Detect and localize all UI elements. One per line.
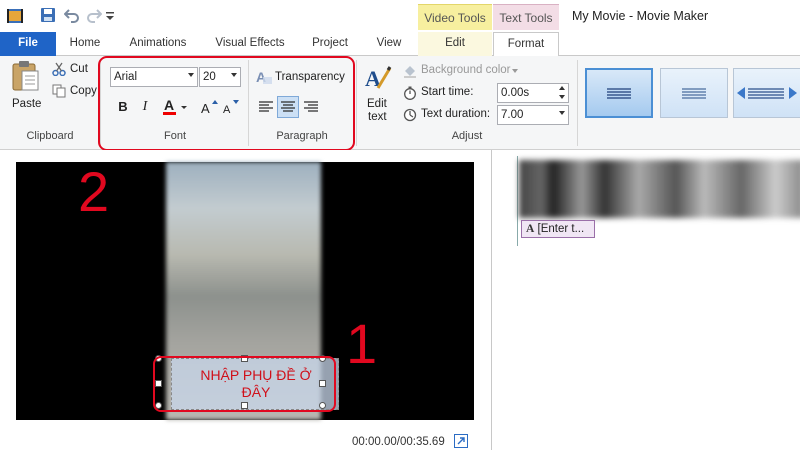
cut-icon — [52, 62, 66, 76]
movie-maker-window: Video Tools Text Tools My Movie - Movie … — [0, 0, 800, 450]
highlight-caption — [153, 356, 336, 412]
text-clip-icon: A — [526, 223, 535, 235]
redo-icon[interactable] — [86, 7, 104, 25]
background-color-button[interactable]: Background color — [421, 64, 511, 76]
start-time-input[interactable]: 0.00s — [497, 83, 569, 103]
text-effect-thumbnail-none[interactable] — [585, 68, 653, 118]
copy-button[interactable]: Copy — [70, 85, 97, 97]
text-effect-thumbnail-fade[interactable] — [660, 68, 728, 118]
start-time-label: Start time: — [421, 86, 474, 98]
text-duration-label: Text duration: — [421, 108, 491, 120]
text-effect-thumbnail-scroll[interactable] — [733, 68, 800, 118]
video-clip-thumbnail[interactable] — [519, 160, 800, 218]
tab-edit[interactable]: Edit — [418, 32, 492, 56]
customize-toolbar-icon[interactable] — [105, 7, 117, 25]
spin-down-icon[interactable] — [559, 95, 565, 99]
group-separator — [577, 60, 578, 146]
start-time-value: 0.00s — [501, 87, 530, 99]
tab-home[interactable]: Home — [60, 32, 110, 56]
spin-up-icon[interactable] — [559, 86, 565, 90]
fullscreen-icon[interactable] — [454, 434, 468, 448]
edit-text-icon: A — [364, 64, 392, 92]
text-duration-icon — [403, 108, 417, 122]
annotation-marker-2: 2 — [78, 160, 110, 223]
text-tools-context-label: Text Tools — [493, 4, 559, 30]
edit-text-button-line2[interactable]: text — [368, 111, 387, 123]
tab-animations[interactable]: Animations — [122, 32, 194, 56]
text-duration-value: 7.00 — [501, 109, 524, 121]
tab-view[interactable]: View — [366, 32, 412, 56]
tab-project[interactable]: Project — [302, 32, 358, 56]
tab-file[interactable]: File — [0, 32, 56, 56]
text-clip-label: [Enter t... — [537, 223, 585, 235]
chevron-down-icon — [559, 111, 565, 115]
adjust-group-label: Adjust — [451, 130, 483, 142]
chevron-down-icon — [512, 69, 518, 73]
background-color-icon — [403, 64, 417, 78]
window-title: My Movie - Movie Maker — [572, 9, 709, 23]
storyboard-pane: A [Enter t... — [493, 150, 800, 450]
cut-button[interactable]: Cut — [70, 63, 88, 75]
copy-icon — [52, 84, 66, 98]
annotation-marker-1: 1 — [346, 312, 378, 375]
paste-icon[interactable] — [10, 60, 42, 92]
edit-text-button[interactable]: Edit — [367, 98, 387, 110]
text-duration-dropdown[interactable]: 7.00 — [497, 105, 569, 125]
preview-pane: NHẬP PHỤ ĐỀ Ở ĐÂY 2 1 00:00.00/00:35.69 — [0, 150, 492, 450]
title-bar: Video Tools Text Tools My Movie - Movie … — [0, 0, 800, 32]
tab-visual-effects[interactable]: Visual Effects — [208, 32, 292, 56]
text-caption-clip[interactable]: A [Enter t... — [521, 220, 595, 238]
save-icon[interactable] — [40, 7, 58, 25]
highlight-font-paragraph — [98, 56, 355, 151]
ribbon-tabs: File Home Animations Visual Effects Proj… — [0, 32, 800, 57]
playback-timecode: 00:00.00/00:35.69 — [352, 436, 445, 448]
movie-maker-app-icon[interactable] — [6, 7, 24, 25]
paste-button[interactable]: Paste — [12, 98, 41, 110]
tab-format[interactable]: Format — [493, 32, 559, 57]
video-tools-context-label: Video Tools — [418, 4, 492, 30]
clipboard-group-label: Clipboard — [26, 130, 74, 142]
group-separator — [356, 60, 357, 146]
undo-icon[interactable] — [64, 7, 82, 25]
storyboard-playhead[interactable] — [517, 156, 518, 246]
stopwatch-icon — [403, 86, 417, 100]
main-content: NHẬP PHỤ ĐỀ Ở ĐÂY 2 1 00:00.00/00:35.69 — [0, 150, 800, 450]
